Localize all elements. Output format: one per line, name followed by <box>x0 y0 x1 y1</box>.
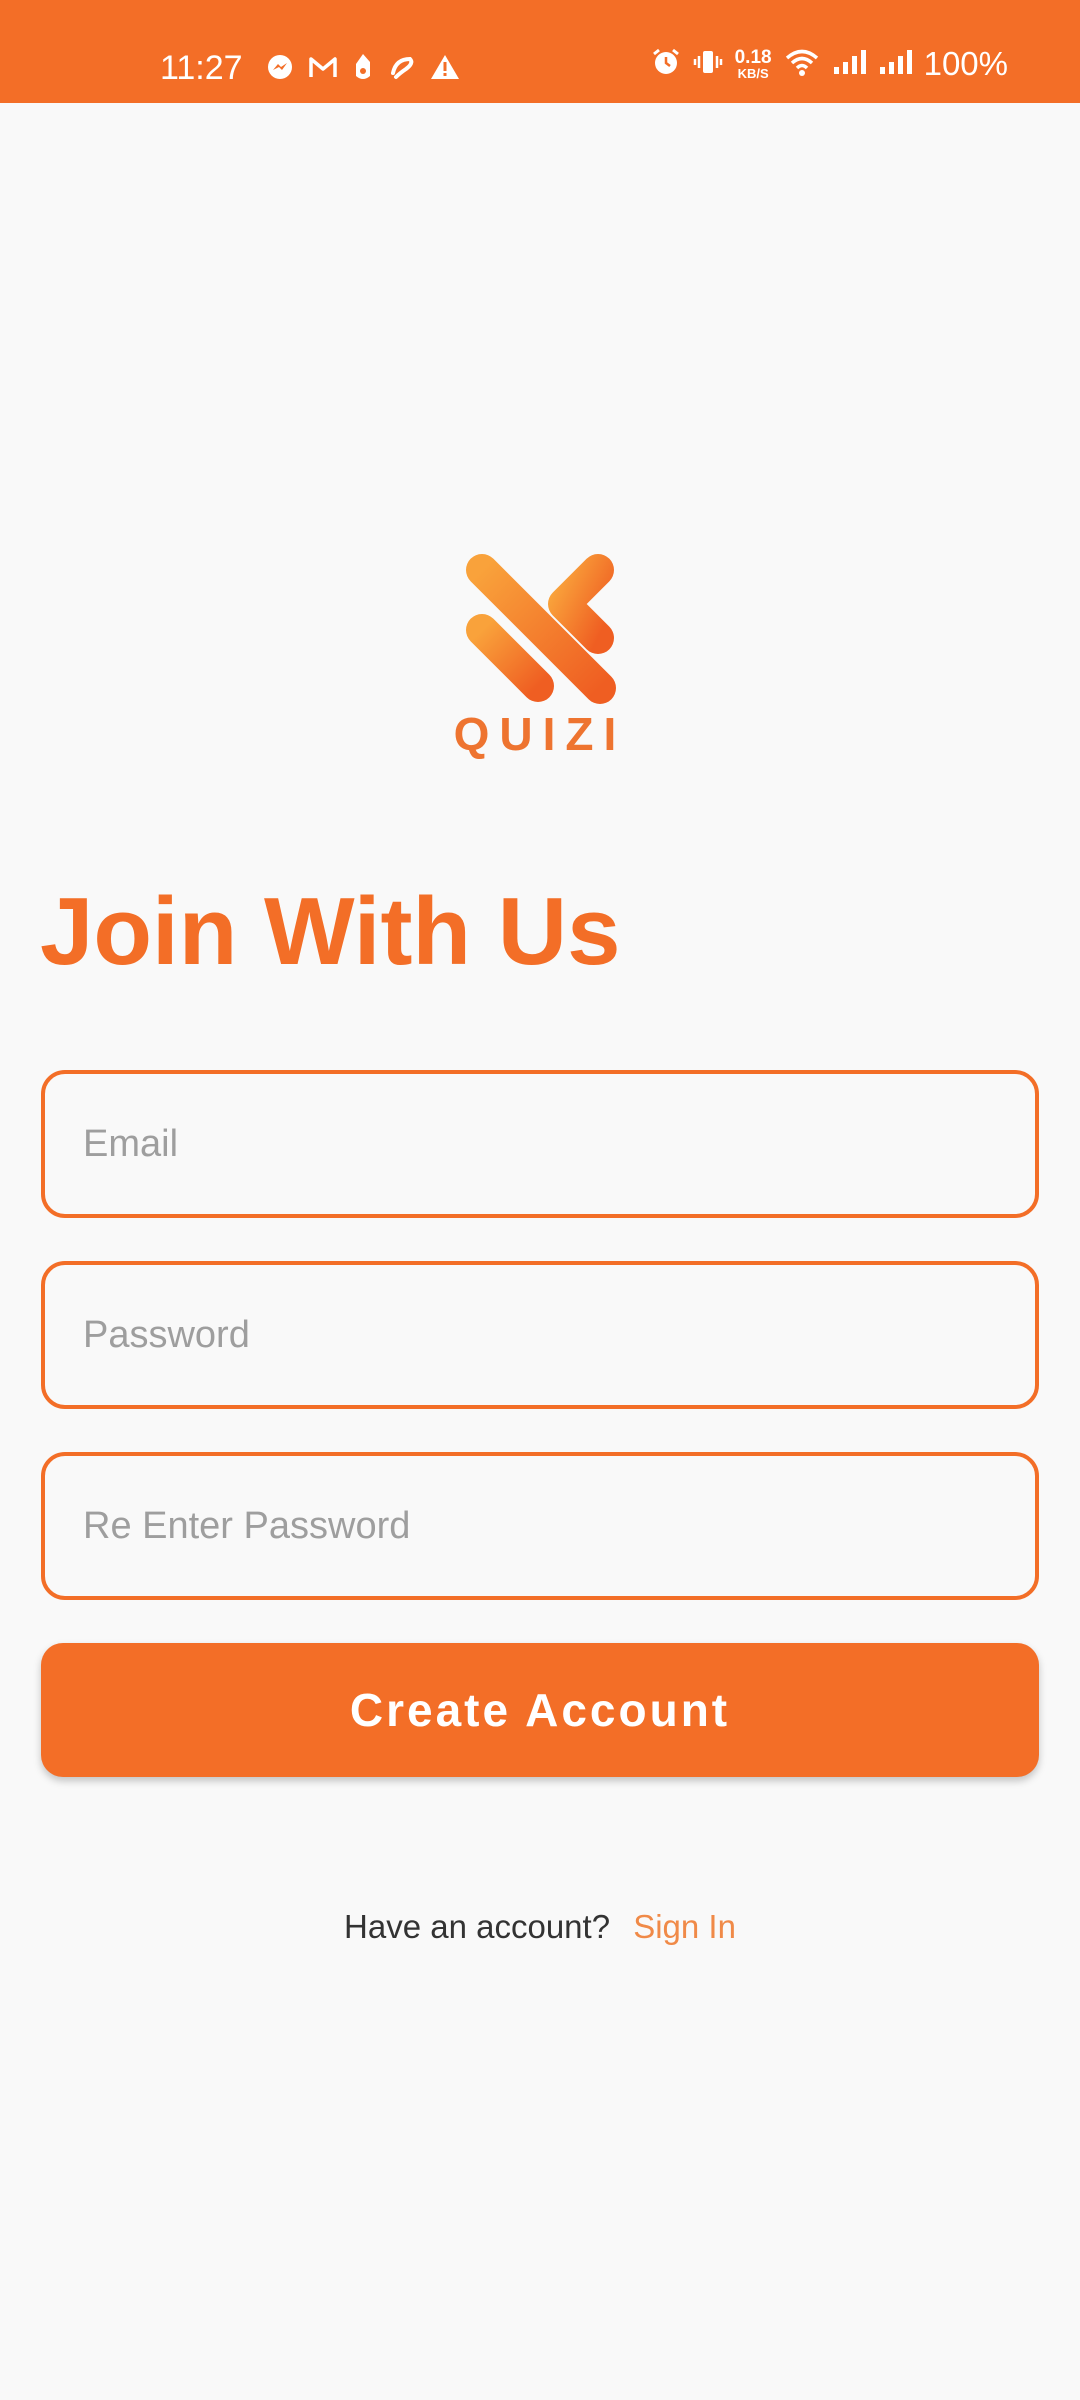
quizi-logo-icon <box>460 548 620 718</box>
notification-icons <box>266 52 460 82</box>
signal-icon <box>878 48 912 81</box>
page-title: Join With Us <box>40 878 621 985</box>
messenger-icon <box>266 53 294 81</box>
network-speed: 0.18 KB/S <box>735 48 772 80</box>
re-enter-password-field[interactable] <box>45 1456 1035 1596</box>
status-bar: 11:27 0.18 KB/S 100% <box>0 0 1080 103</box>
sign-in-link[interactable]: Sign In <box>633 1908 736 1945</box>
gmail-icon <box>308 54 338 80</box>
email-field-container <box>41 1070 1039 1218</box>
signin-prompt: Have an account? <box>344 1908 611 1945</box>
create-account-button[interactable]: Create Account <box>41 1643 1039 1777</box>
re-enter-password-field-container <box>41 1452 1039 1600</box>
network-speed-value: 0.18 <box>734 47 772 68</box>
airtel-icon <box>388 53 416 81</box>
battery-level: 100% <box>923 45 1008 82</box>
wifi-icon <box>784 47 820 82</box>
status-time: 11:27 <box>160 49 243 87</box>
app-notification-icon <box>352 52 374 82</box>
alarm-icon <box>651 47 681 82</box>
warning-icon <box>430 53 460 81</box>
logo-wordmark: QUIZI <box>453 708 627 760</box>
signal-icon <box>832 48 866 81</box>
system-indicators: 0.18 KB/S 100% <box>651 44 1008 84</box>
password-field-container <box>41 1261 1039 1409</box>
password-field[interactable] <box>45 1265 1035 1405</box>
vibrate-icon <box>693 47 723 82</box>
network-speed-unit: KB/S <box>737 66 769 81</box>
signin-row: Have an account? Sign In <box>0 1905 1080 1949</box>
email-field[interactable] <box>45 1074 1035 1214</box>
